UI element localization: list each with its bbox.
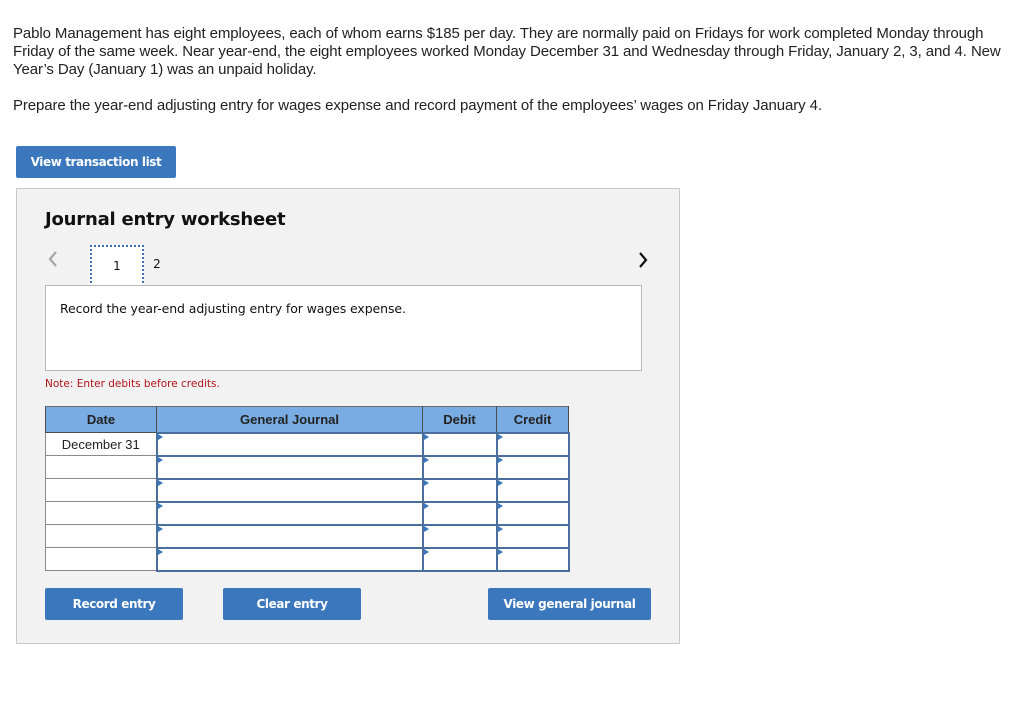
- dropdown-marker-icon: [497, 433, 503, 440]
- column-header-debit: Debit: [422, 406, 497, 433]
- dropdown-marker-icon: [157, 548, 163, 555]
- credit-cell: [495, 454, 570, 480]
- journal-row: [45, 454, 570, 480]
- date-cell: December 31: [45, 432, 157, 456]
- chevron-right-icon[interactable]: [637, 251, 651, 271]
- debit-input[interactable]: [423, 548, 496, 570]
- view-transaction-list-button[interactable]: View transaction list: [16, 146, 176, 178]
- debit-cell: [421, 523, 498, 549]
- debit-credit-note: Note: Enter debits before credits.: [45, 378, 220, 390]
- dropdown-marker-icon: [423, 525, 429, 532]
- account-input[interactable]: [157, 479, 422, 501]
- debit-cell: [421, 431, 498, 457]
- account-input[interactable]: [157, 433, 422, 455]
- date-cell: [45, 455, 157, 479]
- problem-paragraph: Pablo Management has eight employees, ea…: [13, 25, 1001, 78]
- dropdown-marker-icon: [157, 479, 163, 486]
- credit-input[interactable]: [497, 525, 568, 547]
- credit-input[interactable]: [497, 479, 568, 501]
- debit-cell: [421, 454, 498, 480]
- debit-input[interactable]: [423, 525, 496, 547]
- account-input[interactable]: [157, 502, 422, 524]
- column-header-general-journal: General Journal: [156, 406, 423, 433]
- credit-input[interactable]: [497, 433, 568, 455]
- credit-cell: [495, 431, 570, 457]
- account-cell: [155, 546, 424, 572]
- column-header-credit: Credit: [496, 406, 569, 433]
- date-cell: [45, 547, 157, 571]
- entry-description-box: Record the year-end adjusting entry for …: [45, 285, 642, 371]
- tab-1[interactable]: 1: [90, 245, 144, 287]
- date-cell: [45, 524, 157, 548]
- journal-header-row: Date General Journal Debit Credit: [45, 406, 569, 433]
- problem-instruction: Prepare the year-end adjusting entry for…: [13, 97, 822, 114]
- account-input[interactable]: [157, 456, 422, 478]
- column-header-date: Date: [45, 406, 157, 433]
- dropdown-marker-icon: [497, 502, 503, 509]
- journal-row: [45, 546, 570, 572]
- tab-1-label: 1: [113, 259, 121, 273]
- account-input[interactable]: [157, 548, 422, 570]
- date-cell: [45, 501, 157, 525]
- dropdown-marker-icon: [157, 456, 163, 463]
- dropdown-marker-icon: [423, 548, 429, 555]
- credit-cell: [495, 546, 570, 572]
- date-cell: [45, 478, 157, 502]
- credit-cell: [495, 500, 570, 526]
- debit-input[interactable]: [423, 502, 496, 524]
- account-input[interactable]: [157, 525, 422, 547]
- debit-input[interactable]: [423, 479, 496, 501]
- journal-row: December 31: [45, 431, 570, 457]
- journal-row: [45, 523, 570, 549]
- account-cell: [155, 477, 424, 503]
- tab-2-label: 2: [153, 257, 161, 271]
- dropdown-marker-icon: [423, 502, 429, 509]
- clear-entry-button[interactable]: Clear entry: [223, 588, 361, 620]
- dropdown-marker-icon: [497, 456, 503, 463]
- journal-row: [45, 500, 570, 526]
- dropdown-marker-icon: [497, 525, 503, 532]
- entry-description: Record the year-end adjusting entry for …: [60, 301, 406, 316]
- journal-body: December 31: [45, 431, 570, 572]
- debit-input[interactable]: [423, 456, 496, 478]
- debit-cell: [421, 477, 498, 503]
- problem-statement: Pablo Management has eight employees, ea…: [13, 25, 1013, 115]
- journal-table: Date General Journal Debit Credit Decemb…: [45, 406, 570, 572]
- dropdown-marker-icon: [423, 479, 429, 486]
- dropdown-marker-icon: [157, 502, 163, 509]
- account-cell: [155, 523, 424, 549]
- credit-input[interactable]: [497, 502, 568, 524]
- account-cell: [155, 500, 424, 526]
- chevron-left-icon[interactable]: [47, 249, 61, 269]
- view-general-journal-button[interactable]: View general journal: [488, 588, 651, 620]
- journal-row: [45, 477, 570, 503]
- credit-input[interactable]: [497, 548, 568, 570]
- credit-cell: [495, 523, 570, 549]
- dropdown-marker-icon: [497, 479, 503, 486]
- debit-input[interactable]: [423, 433, 496, 455]
- dropdown-marker-icon: [157, 433, 163, 440]
- dropdown-marker-icon: [497, 548, 503, 555]
- debit-cell: [421, 500, 498, 526]
- tab-2[interactable]: 2: [144, 245, 170, 287]
- credit-cell: [495, 477, 570, 503]
- dropdown-marker-icon: [423, 433, 429, 440]
- journal-entry-worksheet: Journal entry worksheet 1 2 Record the y…: [16, 188, 680, 644]
- worksheet-title: Journal entry worksheet: [45, 209, 286, 230]
- account-cell: [155, 431, 424, 457]
- dropdown-marker-icon: [423, 456, 429, 463]
- account-cell: [155, 454, 424, 480]
- record-entry-button[interactable]: Record entry: [45, 588, 183, 620]
- debit-cell: [421, 546, 498, 572]
- dropdown-marker-icon: [157, 525, 163, 532]
- credit-input[interactable]: [497, 456, 568, 478]
